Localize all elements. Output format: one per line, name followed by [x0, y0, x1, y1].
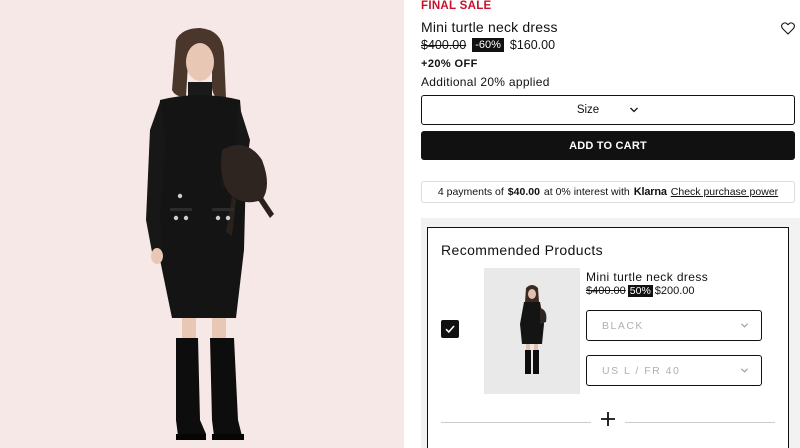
- klarna-logo: Klarna: [633, 186, 667, 198]
- recommended-item-checkbox[interactable]: [441, 320, 459, 338]
- original-price: $400.00: [421, 38, 467, 52]
- recommended-card: Recommended Products Mini turtle neck dr…: [427, 227, 789, 448]
- checkmark-icon: [445, 325, 455, 334]
- klarna-banner: 4 payments of $40.00 at 0% interest with…: [421, 181, 795, 203]
- product-image[interactable]: [0, 0, 404, 448]
- add-to-cart-button[interactable]: ADD TO CART: [421, 131, 795, 160]
- price-row: $400.00 -60% $160.00: [421, 38, 555, 52]
- recommended-sale-price: $200.00: [654, 285, 695, 297]
- klarna-amount: $40.00: [507, 186, 540, 198]
- size-select[interactable]: Size: [421, 95, 795, 125]
- recommended-size-value: US L / FR 40: [602, 364, 681, 377]
- product-title: Mini turtle neck dress: [421, 19, 558, 35]
- plus-icon[interactable]: [600, 411, 616, 427]
- recommended-item-image[interactable]: [484, 268, 580, 394]
- chevron-down-icon: [630, 107, 639, 113]
- extra-discount-label: +20% OFF: [421, 58, 478, 70]
- model-figure: [146, 28, 274, 440]
- discount-badge: -60%: [472, 38, 504, 52]
- final-sale-badge: FINAL SALE: [421, 0, 492, 12]
- chevron-down-icon: [740, 323, 749, 328]
- chevron-down-icon: [740, 368, 749, 373]
- recommended-size-select[interactable]: US L / FR 40: [586, 355, 762, 386]
- klarna-prefix: 4 payments of: [437, 186, 504, 198]
- product-details-panel: FINAL SALE Mini turtle neck dress $400.0…: [404, 0, 800, 448]
- recommended-original-price: $400.00: [586, 285, 626, 297]
- klarna-check-link[interactable]: Check purchase power: [671, 186, 778, 198]
- recommended-model-figure: [520, 285, 547, 374]
- recommended-title: Recommended Products: [441, 242, 604, 258]
- recommended-color-select[interactable]: BLACK: [586, 310, 762, 341]
- recommended-discount-badge: 50%: [627, 285, 653, 297]
- divider: [441, 422, 591, 423]
- recommended-item-name: Mini turtle neck dress: [586, 270, 709, 284]
- extra-discount-note: Additional 20% applied: [421, 75, 550, 89]
- recommended-section: Recommended Products Mini turtle neck dr…: [421, 218, 800, 448]
- recommended-color-value: BLACK: [602, 319, 644, 332]
- size-select-label: Size: [576, 104, 600, 116]
- recommended-item-price: $400.00 50% $200.00: [586, 285, 695, 297]
- heart-icon[interactable]: [780, 20, 796, 36]
- klarna-middle: at 0% interest with: [543, 186, 630, 198]
- divider: [625, 422, 775, 423]
- sale-price: $160.00: [509, 38, 556, 52]
